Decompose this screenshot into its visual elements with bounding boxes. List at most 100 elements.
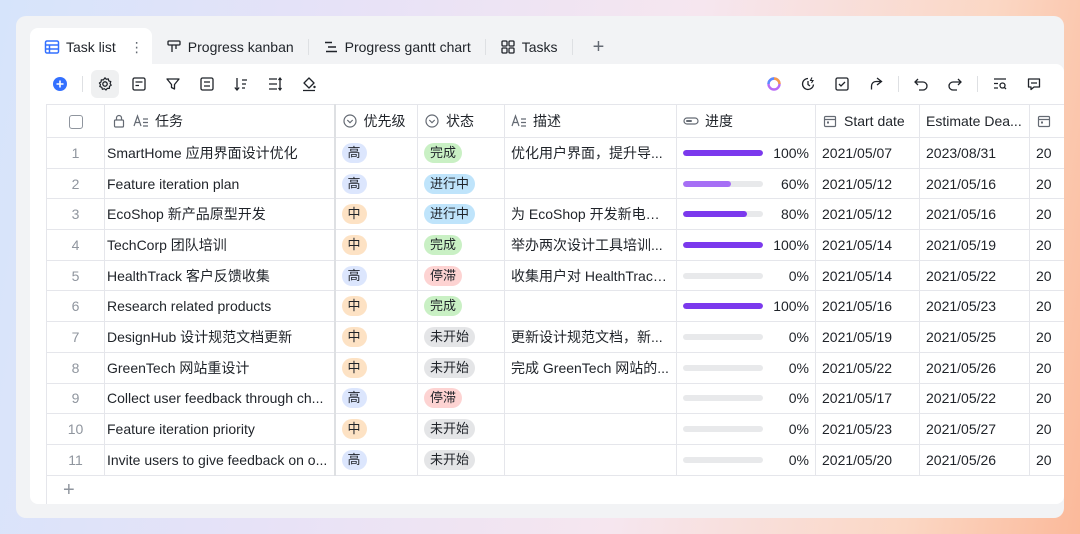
cell-estimate-deadline[interactable]: 2021/05/22 <box>919 383 1030 415</box>
cell-estimate-deadline[interactable]: 2021/05/19 <box>919 229 1030 261</box>
filter-button[interactable] <box>159 70 187 98</box>
tab-task-list[interactable]: Task list ⋮ <box>30 28 152 66</box>
cell-status[interactable]: 进行中 <box>417 198 505 231</box>
row-index[interactable]: 9 <box>46 383 105 415</box>
tab-progress-kanban[interactable]: Progress kanban <box>152 28 308 66</box>
cell-progress[interactable]: 0% <box>676 260 816 292</box>
table-row[interactable]: 9 Collect user feedback through ch... 高 停滞 0… <box>46 383 1064 415</box>
settings-button[interactable] <box>91 70 119 98</box>
cell-task-name[interactable]: HealthTrack 客户反馈收集 <box>104 260 336 292</box>
cell-start-date[interactable]: 2021/05/12 <box>815 198 920 231</box>
cell-status[interactable]: 未开始 <box>417 413 505 445</box>
table-row[interactable]: 8 GreenTech 网站重设计中 未开始 完成 GreenTech 网站的... 0… <box>46 352 1064 384</box>
cell-estimate-deadline[interactable]: 2021/05/27 <box>919 413 1030 445</box>
cell-status[interactable]: 完成 <box>417 229 505 261</box>
cell-priority[interactable]: 中 <box>334 290 418 323</box>
column-header-estimate-deadline[interactable]: Estimate Dea... <box>919 104 1030 138</box>
row-index[interactable]: 10 <box>46 413 105 445</box>
cell-task-name[interactable]: EcoShop 新产品原型开发 <box>104 198 336 231</box>
cell-progress[interactable]: 0% <box>676 444 816 476</box>
column-header-extra-date[interactable] <box>1029 104 1064 138</box>
cell-start-date[interactable]: 2021/05/16 <box>815 290 920 323</box>
field-config-button[interactable] <box>125 70 153 98</box>
table-row[interactable]: 5 HealthTrack 客户反馈收集高 停滞 收集用户对 HealthTrack.… <box>46 260 1064 292</box>
ai-assistant-button[interactable] <box>760 70 788 98</box>
select-all-checkbox[interactable] <box>68 115 83 130</box>
cell-description[interactable]: 收集用户对 HealthTrack... <box>504 260 677 292</box>
cell-start-date[interactable]: 2021/05/12 <box>815 168 920 200</box>
cell-task-name[interactable]: GreenTech 网站重设计 <box>104 352 336 384</box>
cell-description[interactable]: 完成 GreenTech 网站的... <box>504 352 677 384</box>
cell-task-name[interactable]: Feature iteration priority <box>104 413 336 445</box>
cell-extra-date[interactable]: 20 <box>1029 413 1064 445</box>
table-row[interactable]: 4 TechCorp 团队培训中 完成 举办两次设计工具培训... 100% 2021/0… <box>46 229 1064 261</box>
cell-progress[interactable]: 0% <box>676 352 816 384</box>
cell-extra-date[interactable]: 20 <box>1029 321 1064 353</box>
cell-description[interactable]: 优化用户界面，提升导... <box>504 137 677 169</box>
cell-extra-date[interactable]: 20 <box>1029 352 1064 384</box>
cell-start-date[interactable]: 2021/05/17 <box>815 383 920 415</box>
group-button[interactable] <box>193 70 221 98</box>
column-header-priority[interactable]: 优先级 <box>334 104 418 138</box>
cell-priority[interactable]: 中 <box>334 321 418 353</box>
tab-progress-gantt[interactable]: Progress gantt chart <box>309 28 485 66</box>
cell-progress[interactable]: 0% <box>676 413 816 445</box>
cell-status[interactable]: 进行中 <box>417 168 505 200</box>
row-index[interactable]: 1 <box>46 137 105 169</box>
cell-extra-date[interactable]: 20 <box>1029 260 1064 292</box>
cell-progress[interactable]: 0% <box>676 321 816 353</box>
cell-description[interactable]: 举办两次设计工具培训... <box>504 229 677 261</box>
row-index[interactable]: 4 <box>46 229 105 261</box>
cell-task-name[interactable]: Feature iteration plan <box>104 168 336 200</box>
cell-progress[interactable]: 100% <box>676 290 816 323</box>
cell-priority[interactable]: 高 <box>334 137 418 169</box>
cell-start-date[interactable]: 2021/05/20 <box>815 444 920 476</box>
cell-status[interactable]: 未开始 <box>417 444 505 476</box>
table-row[interactable]: 11 Invite users to give feedback on o... 高… <box>46 444 1064 476</box>
cell-description[interactable] <box>504 168 677 200</box>
row-index[interactable]: 11 <box>46 444 105 476</box>
table-row[interactable]: 7 DesignHub 设计规范文档更新中 未开始 更新设计规范文档，新... 0% 20… <box>46 321 1064 353</box>
cell-description[interactable] <box>504 383 677 415</box>
cell-priority[interactable]: 中 <box>334 198 418 231</box>
cell-progress[interactable]: 60% <box>676 168 816 200</box>
cell-start-date[interactable]: 2021/05/14 <box>815 260 920 292</box>
search-button[interactable] <box>986 70 1014 98</box>
cell-estimate-deadline[interactable]: 2021/05/26 <box>919 444 1030 476</box>
cell-estimate-deadline[interactable]: 2021/05/16 <box>919 168 1030 200</box>
cell-status[interactable]: 未开始 <box>417 352 505 384</box>
cell-extra-date[interactable]: 20 <box>1029 444 1064 476</box>
undo-button[interactable] <box>907 70 935 98</box>
cell-estimate-deadline[interactable]: 2021/05/26 <box>919 352 1030 384</box>
row-index[interactable]: 2 <box>46 168 105 200</box>
cell-status[interactable]: 完成 <box>417 137 505 169</box>
cell-task-name[interactable]: DesignHub 设计规范文档更新 <box>104 321 336 353</box>
column-header-description[interactable]: 描述 <box>504 104 677 138</box>
cell-start-date[interactable]: 2021/05/19 <box>815 321 920 353</box>
table-row[interactable]: 1 SmartHome 应用界面设计优化高 完成 优化用户界面，提升导... 100% 2… <box>46 137 1064 169</box>
cell-priority[interactable]: 中 <box>334 413 418 445</box>
cell-extra-date[interactable]: 20 <box>1029 290 1064 323</box>
cell-description[interactable]: 更新设计规范文档，新... <box>504 321 677 353</box>
cell-priority[interactable]: 高 <box>334 383 418 415</box>
cell-estimate-deadline[interactable]: 2023/08/31 <box>919 137 1030 169</box>
cell-task-name[interactable]: TechCorp 团队培训 <box>104 229 336 261</box>
fill-color-button[interactable] <box>295 70 323 98</box>
cell-start-date[interactable]: 2021/05/23 <box>815 413 920 445</box>
cell-extra-date[interactable]: 20 <box>1029 229 1064 261</box>
cell-status[interactable]: 未开始 <box>417 321 505 353</box>
cell-start-date[interactable]: 2021/05/07 <box>815 137 920 169</box>
cell-progress[interactable]: 0% <box>676 383 816 415</box>
share-button[interactable] <box>862 70 890 98</box>
cell-estimate-deadline[interactable]: 2021/05/25 <box>919 321 1030 353</box>
cell-priority[interactable]: 高 <box>334 260 418 292</box>
cell-status[interactable]: 停滞 <box>417 260 505 292</box>
sort-button[interactable] <box>227 70 255 98</box>
column-header-name[interactable]: 任务 <box>104 104 336 138</box>
add-view-button[interactable]: + <box>581 28 617 66</box>
automation-button[interactable] <box>794 70 822 98</box>
cell-status[interactable]: 完成 <box>417 290 505 323</box>
more-vertical-icon[interactable]: ⋮ <box>130 39 144 56</box>
tab-tasks[interactable]: Tasks <box>486 28 572 66</box>
cell-task-name[interactable]: Invite users to give feedback on o... <box>104 444 336 476</box>
